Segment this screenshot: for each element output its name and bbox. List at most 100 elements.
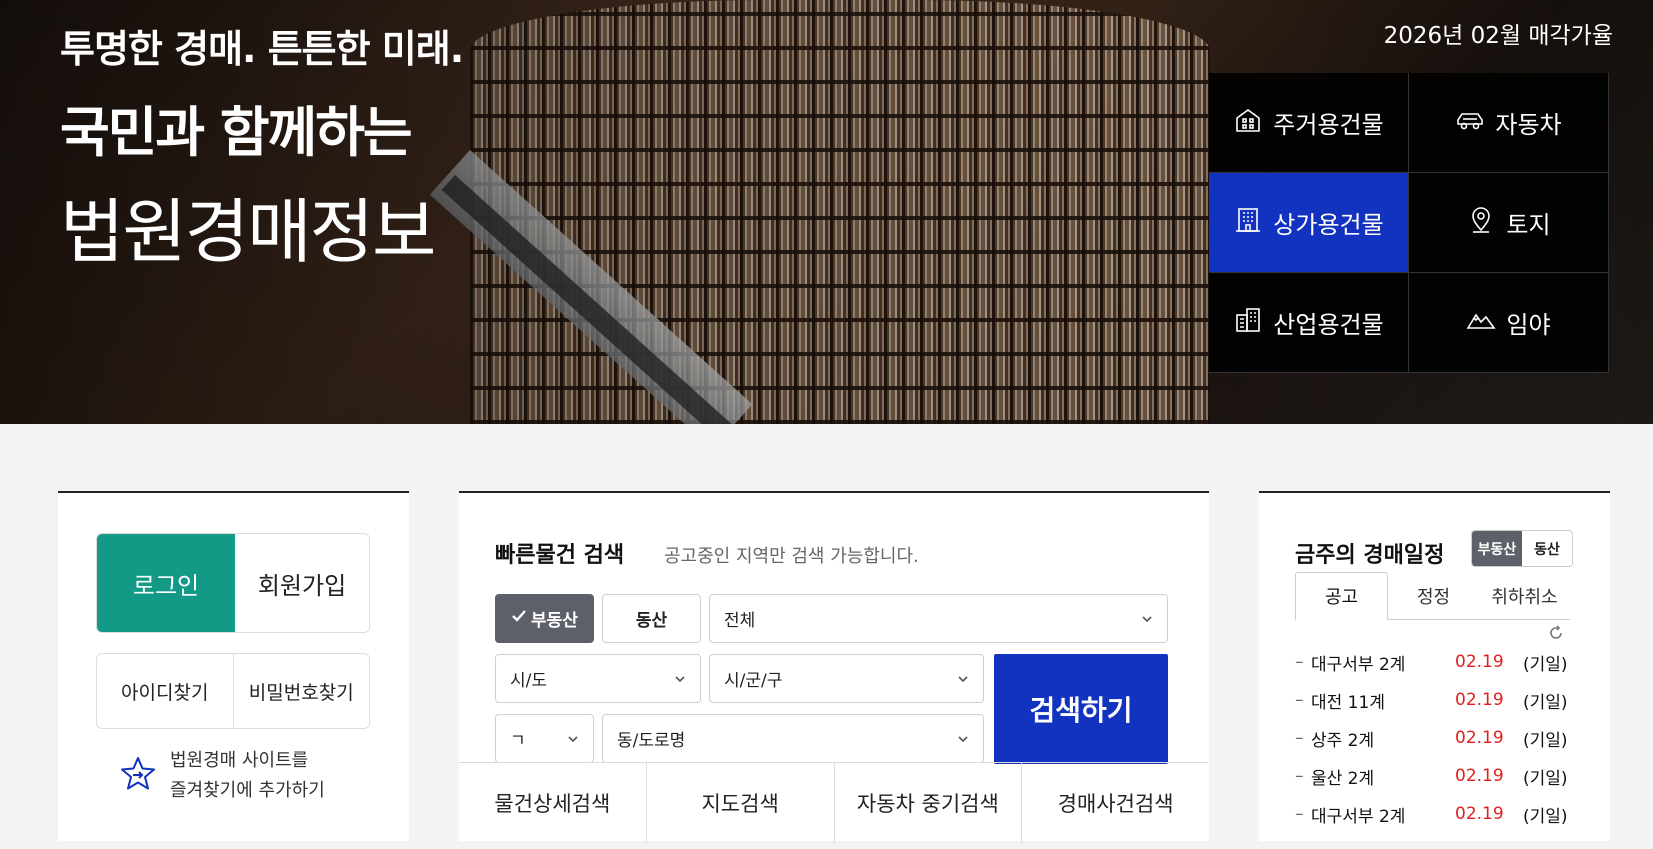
schedule-toggle-realestate[interactable]: 부동산: [1472, 531, 1522, 566]
list-dash: –: [1295, 804, 1304, 824]
search-mode-tabs: 물건상세검색 지도검색 자동차 중기검색 경매사건검색: [459, 762, 1209, 843]
quick-search-panel: 빠른물건 검색 공고중인 지역만 검색 가능합니다. 부동산 동산 전체 시/도…: [459, 491, 1209, 843]
hero-headline: 국민과 함께하는: [60, 101, 413, 164]
sigungu-select-value: 시/군/구: [724, 671, 783, 691]
schedule-list: – 대구서부 2계 02.19 (기일) – 대전 11계 02.19 (기일)…: [1295, 643, 1570, 833]
list-item[interactable]: – 울산 2계 02.19 (기일): [1295, 757, 1570, 795]
court-name: 대구서부 2계: [1311, 806, 1406, 827]
schedule-date: 02.19: [1455, 652, 1504, 672]
tab-cancel[interactable]: 취하취소: [1479, 572, 1570, 619]
add-favorite-text: 법원경매 사이트를 즐겨찾기에 추가하기: [170, 746, 325, 806]
login-panel: 로그인 회원가입 아이디찾기 비밀번호찾기 법원경매 사이트를 즐겨찾기에 추가…: [58, 491, 409, 841]
category-select[interactable]: 전체: [709, 594, 1168, 643]
schedule-title: 금주의 경매일정: [1295, 543, 1445, 568]
mountain-icon: [1466, 305, 1496, 341]
type-movable-toggle[interactable]: 동산: [602, 594, 701, 643]
chevron-down-icon: [958, 675, 968, 682]
list-item[interactable]: – 상주 2계 02.19 (기일): [1295, 719, 1570, 757]
quick-search-subtitle: 공고중인 지역만 검색 가능합니다.: [664, 546, 919, 567]
search-button[interactable]: 검색하기: [994, 654, 1168, 764]
sale-rate-link[interactable]: 2026년 02월 매각가율: [1384, 16, 1613, 50]
building-icon: [1233, 205, 1263, 241]
tab-detail-search[interactable]: 물건상세검색: [459, 763, 646, 843]
schedule-state: (기일): [1523, 730, 1568, 751]
quick-search-title: 빠른물건 검색: [495, 543, 625, 568]
category-residential[interactable]: 주거용건물: [1209, 73, 1409, 173]
chevron-down-icon: [568, 735, 578, 742]
category-label: 임야: [1506, 311, 1551, 339]
schedule-state: (기일): [1523, 806, 1568, 827]
chevron-down-icon: [675, 675, 685, 682]
category-grid: 주거용건물 자동차 상가용건물 토지 산업용건물 임야: [1209, 73, 1609, 373]
schedule-date: 02.19: [1455, 690, 1504, 710]
auction-schedule-panel: 금주의 경매일정 부동산 동산 공고 정정 취하취소 – 대구서부 2계 02.…: [1259, 491, 1610, 841]
car-icon: [1455, 105, 1485, 141]
tab-vehicle-search[interactable]: 자동차 중기검색: [833, 763, 1022, 843]
list-dash: –: [1295, 690, 1304, 710]
hero-tagline: 투명한 경매. 튼튼한 미래.: [60, 27, 464, 71]
category-label: 주거용건물: [1273, 111, 1384, 139]
schedule-state: (기일): [1523, 768, 1568, 789]
chevron-down-icon: [958, 735, 968, 742]
court-name: 울산 2계: [1311, 768, 1375, 789]
list-dash: –: [1295, 728, 1304, 748]
tab-notice[interactable]: 공고: [1295, 572, 1388, 620]
initial-consonant-value: ㄱ: [510, 731, 526, 751]
category-select-value: 전체: [724, 611, 756, 631]
hero-title: 법원경매정보: [60, 191, 436, 273]
court-name: 대전 11계: [1311, 692, 1385, 713]
list-dash: –: [1295, 652, 1304, 672]
find-account-group: 아이디찾기 비밀번호찾기: [96, 653, 370, 729]
find-id-button[interactable]: 아이디찾기: [97, 654, 233, 728]
list-item[interactable]: – 대구서부 2계 02.19 (기일): [1295, 643, 1570, 681]
sido-select[interactable]: 시/도: [495, 654, 701, 703]
star-icon: [118, 754, 158, 798]
category-label: 자동차: [1495, 111, 1562, 139]
factory-icon: [1233, 305, 1263, 341]
category-label: 토지: [1506, 211, 1551, 239]
add-favorite-link[interactable]: 법원경매 사이트를 즐겨찾기에 추가하기: [118, 746, 325, 806]
category-commercial[interactable]: 상가용건물: [1209, 173, 1409, 273]
court-name: 상주 2계: [1311, 730, 1375, 751]
tab-correction[interactable]: 정정: [1388, 572, 1479, 619]
category-label: 산업용건물: [1273, 311, 1384, 339]
house-icon: [1233, 105, 1263, 141]
chevron-down-icon: [1142, 615, 1152, 622]
sigungu-select[interactable]: 시/군/구: [709, 654, 984, 703]
schedule-date: 02.19: [1455, 804, 1504, 824]
schedule-state: (기일): [1523, 654, 1568, 675]
login-button-group: 로그인 회원가입: [96, 533, 370, 633]
schedule-tabs: 공고 정정 취하취소: [1295, 572, 1570, 620]
dong-road-value: 동/도로명: [617, 731, 686, 751]
schedule-date: 02.19: [1455, 728, 1504, 748]
check-icon: [511, 608, 527, 629]
category-forest[interactable]: 임야: [1409, 273, 1609, 373]
category-car[interactable]: 자동차: [1409, 73, 1609, 173]
type-realestate-label: 부동산: [531, 611, 578, 631]
category-label: 상가용건물: [1273, 211, 1384, 239]
add-favorite-line1: 법원경매 사이트를: [170, 750, 309, 771]
dong-road-select[interactable]: 동/도로명: [602, 714, 984, 763]
add-favorite-line2: 즐겨찾기에 추가하기: [170, 780, 325, 801]
list-item[interactable]: – 대구서부 2계 02.19 (기일): [1295, 795, 1570, 833]
find-password-button[interactable]: 비밀번호찾기: [232, 654, 370, 728]
category-industrial[interactable]: 산업용건물: [1209, 273, 1409, 373]
signup-button[interactable]: 회원가입: [235, 534, 369, 632]
court-name: 대구서부 2계: [1311, 654, 1406, 675]
schedule-type-toggle: 부동산 동산: [1471, 530, 1573, 567]
login-button[interactable]: 로그인: [97, 534, 235, 632]
schedule-date: 02.19: [1455, 766, 1504, 786]
schedule-toggle-movable[interactable]: 동산: [1522, 531, 1572, 566]
map-pin-icon: [1466, 205, 1496, 241]
tab-case-search[interactable]: 경매사건검색: [1021, 763, 1209, 843]
initial-consonant-select[interactable]: ㄱ: [495, 714, 594, 763]
list-item[interactable]: – 대전 11계 02.19 (기일): [1295, 681, 1570, 719]
list-dash: –: [1295, 766, 1304, 786]
hero-banner: 투명한 경매. 튼튼한 미래. 국민과 함께하는 법원경매정보 2026년 02…: [0, 0, 1653, 424]
sido-select-value: 시/도: [510, 671, 548, 691]
schedule-state: (기일): [1523, 692, 1568, 713]
category-land[interactable]: 토지: [1409, 173, 1609, 273]
type-realestate-toggle[interactable]: 부동산: [495, 594, 594, 643]
refresh-icon[interactable]: [1546, 623, 1566, 643]
tab-map-search[interactable]: 지도검색: [645, 763, 834, 843]
